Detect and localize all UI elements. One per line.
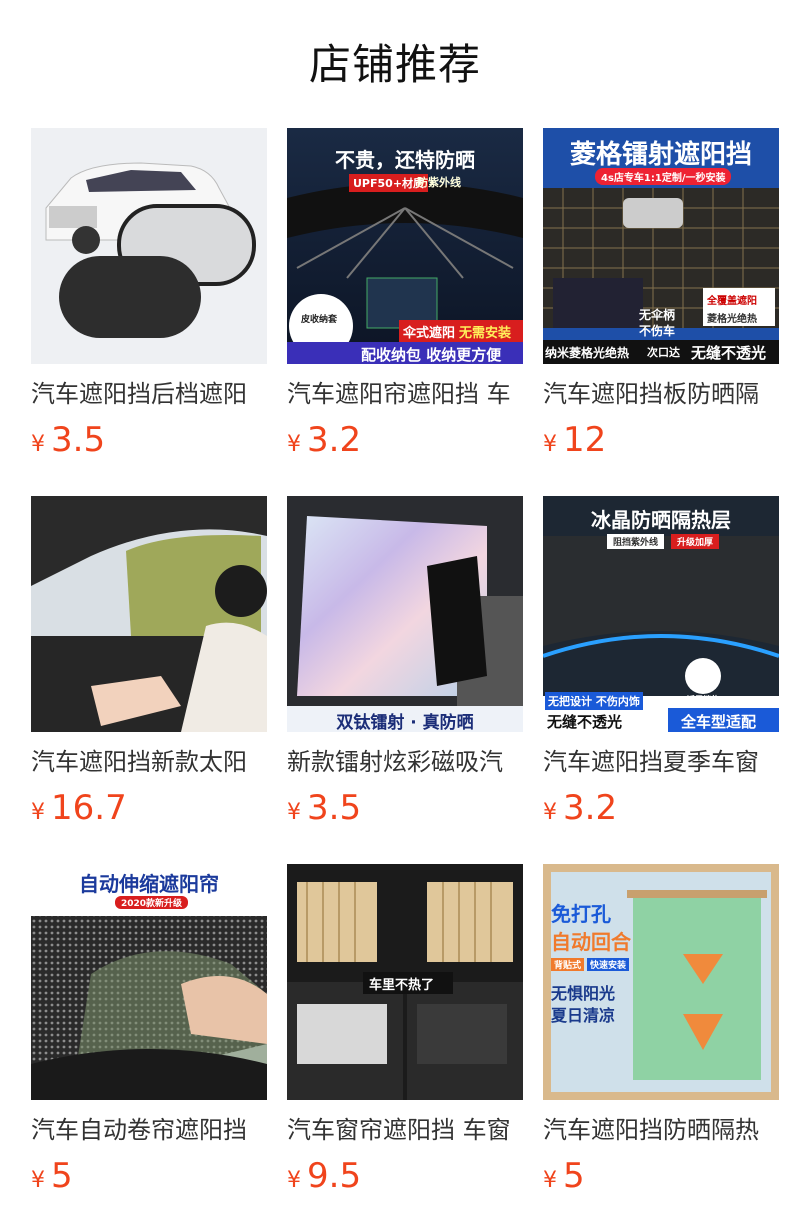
product-title[interactable]: 汽车遮阳挡防晒隔热 (543, 1114, 779, 1146)
image-tag: 次口达 (647, 346, 680, 359)
product-price: ¥16.7 (31, 788, 267, 828)
product-image[interactable]: 不贵，还特防晒 UPF50+材质 防紫外线 皮收纳套 伞式遮阳 无需安装 配收纳… (287, 128, 523, 364)
product-price: ¥9.5 (287, 1156, 523, 1196)
product-image[interactable]: 双钛镭射 · 真防晒 (287, 496, 523, 732)
product-price: ¥5 (31, 1156, 267, 1196)
image-tag: 无需安装 (459, 326, 512, 341)
product-price: ¥3.2 (287, 420, 523, 460)
price-value: 5 (563, 1156, 585, 1196)
image-headline: 菱格镭射遮阳挡 (569, 140, 752, 170)
product-image[interactable]: 冰晶防晒隔热层 阻挡紫外线 升级加厚 无把设计 不伤内饰 适用挡位 无缝不透光 … (543, 496, 779, 732)
price-value: 16.7 (51, 788, 127, 828)
image-tag: 无伞柄 (639, 308, 676, 322)
product-image[interactable]: 车里不热了 (287, 864, 523, 1100)
price-value: 3.2 (307, 420, 362, 460)
currency-symbol: ¥ (31, 800, 45, 825)
product-card[interactable]: 菱格镭射遮阳挡 4s店专车1:1定制/一秒安装 无伞柄 不伤车 全覆盖遮阳 菱格… (543, 128, 779, 460)
currency-symbol: ¥ (31, 432, 45, 457)
product-card[interactable]: 双钛镭射 · 真防晒 新款镭射炫彩磁吸汽 ¥3.5 (287, 496, 523, 828)
price-value: 12 (563, 420, 607, 460)
image-tag: 皮收纳套 (301, 315, 338, 325)
product-title[interactable]: 汽车遮阳挡新款太阳 (31, 746, 267, 778)
product-image[interactable]: 菱格镭射遮阳挡 4s店专车1:1定制/一秒安装 无伞柄 不伤车 全覆盖遮阳 菱格… (543, 128, 779, 364)
product-card[interactable]: 免打孔 自动回合 背贴式 快速安装 无惧阳光 夏日清凉 汽车遮阳挡防晒隔热 ¥5 (543, 864, 779, 1196)
image-headline: 不贵，还特防晒 (335, 148, 475, 172)
currency-symbol: ¥ (287, 1168, 301, 1193)
image-headline: 自动回合 (551, 930, 631, 954)
image-tag: 无缝不透光 (691, 344, 767, 362)
price-value: 3.5 (307, 788, 362, 828)
product-card[interactable]: 冰晶防晒隔热层 阻挡紫外线 升级加厚 无把设计 不伤内饰 适用挡位 无缝不透光 … (543, 496, 779, 828)
product-price: ¥3.5 (31, 420, 267, 460)
currency-symbol: ¥ (31, 1168, 45, 1193)
product-title[interactable]: 汽车遮阳帘遮阳挡 车 (287, 378, 523, 410)
product-card[interactable]: 汽车遮阳挡后档遮阳 ¥3.5 (31, 128, 267, 460)
image-tag: 全车型适配 (681, 713, 757, 731)
product-title[interactable]: 汽车窗帘遮阳挡 车窗 (287, 1114, 523, 1146)
product-image[interactable] (31, 496, 267, 732)
price-value: 3.2 (563, 788, 618, 828)
image-tag: 夏日清凉 (551, 1006, 616, 1025)
image-tag: 2020款新升级 (115, 896, 189, 909)
price-value: 9.5 (307, 1156, 362, 1196)
price-value: 5 (51, 1156, 73, 1196)
product-title[interactable]: 汽车自动卷帘遮阳挡 (31, 1114, 267, 1146)
product-title[interactable]: 汽车遮阳挡夏季车窗 (543, 746, 779, 778)
product-card[interactable]: 车里不热了 汽车窗帘遮阳挡 车窗 ¥9.5 (287, 864, 523, 1196)
product-card[interactable]: 汽车遮阳挡新款太阳 ¥16.7 (31, 496, 267, 828)
image-tag: 快速安装 (587, 958, 630, 971)
product-image[interactable]: 免打孔 自动回合 背贴式 快速安装 无惧阳光 夏日清凉 (543, 864, 779, 1100)
product-price: ¥12 (543, 420, 779, 460)
image-tag: 无缝不透光 (547, 713, 623, 731)
image-tag: 阻挡紫外线 (607, 534, 665, 549)
image-tag: 升级加厚 (671, 534, 720, 549)
price-value: 3.5 (51, 420, 106, 460)
product-title[interactable]: 汽车遮阳挡板防晒隔 (543, 378, 779, 410)
image-tag: 纳米菱格光绝热 (545, 346, 630, 360)
product-card[interactable]: 自动伸缩遮阳帘 2020款新升级 汽车自动卷帘遮阳挡 ¥5 (31, 864, 267, 1196)
product-title[interactable]: 汽车遮阳挡后档遮阳 (31, 378, 267, 410)
image-tag: 无把设计 不伤内饰 (545, 692, 643, 710)
product-image[interactable]: 自动伸缩遮阳帘 2020款新升级 (31, 864, 267, 1100)
product-price: ¥3.2 (543, 788, 779, 828)
product-card[interactable]: 不贵，还特防晒 UPF50+材质 防紫外线 皮收纳套 伞式遮阳 无需安装 配收纳… (287, 128, 523, 460)
product-grid: 汽车遮阳挡后档遮阳 ¥3.5 不贵，还特防晒 UPF50+材质 防紫外线 皮收纳… (31, 128, 779, 1196)
product-price: ¥5 (543, 1156, 779, 1196)
currency-symbol: ¥ (287, 800, 301, 825)
product-title[interactable]: 新款镭射炫彩磁吸汽 (287, 746, 523, 778)
product-image[interactable] (31, 128, 267, 364)
image-tag: 配收纳包 收纳更方便 (361, 346, 502, 364)
currency-symbol: ¥ (543, 432, 557, 457)
image-tag: 背贴式 (551, 958, 585, 971)
image-tag: 适用挡位 (687, 695, 719, 704)
image-tag: 菱格光绝热 (707, 314, 757, 325)
currency-symbol: ¥ (543, 800, 557, 825)
image-tag: 无惧阳光 (551, 984, 616, 1003)
page-title: 店铺推荐 (308, 40, 481, 89)
currency-symbol: ¥ (287, 432, 301, 457)
image-headline: 自动伸缩遮阳帘 (79, 872, 219, 896)
image-headline: 车里不热了 (369, 978, 435, 993)
image-headline: 双钛镭射 · 真防晒 (336, 713, 474, 732)
image-headline: 冰晶防晒隔热层 (591, 508, 731, 532)
image-tag: 全覆盖遮阳 (707, 296, 757, 307)
image-tag: 伞式遮阳 (403, 326, 456, 341)
image-tag: 防紫外线 (417, 176, 461, 189)
currency-symbol: ¥ (543, 1168, 557, 1193)
image-headline: 免打孔 (551, 902, 611, 926)
image-tag: 4s店专车1:1定制/一秒安装 (595, 168, 732, 185)
image-tag: 不伤车 (639, 324, 676, 338)
product-price: ¥3.5 (287, 788, 523, 828)
